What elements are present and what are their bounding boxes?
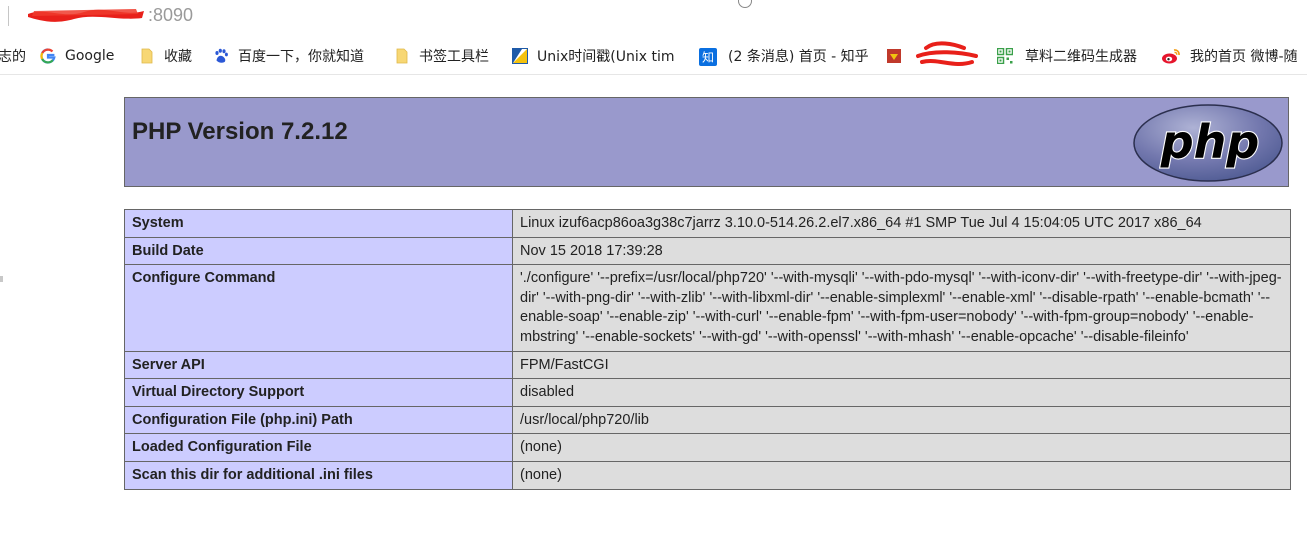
bookmark-weibo[interactable]: 我的首页 微博-随 — [1161, 38, 1307, 74]
bookmark-qrcode[interactable]: 草料二维码生成器 — [997, 38, 1137, 74]
bookmark-unix-timestamp[interactable]: Unix时间戳(Unix tim — [512, 38, 682, 74]
info-value: disabled — [512, 378, 1291, 407]
weibo-icon — [1161, 48, 1181, 64]
bookmark-partial[interactable]: 志的 — [0, 38, 26, 74]
info-value: (none) — [512, 460, 1291, 490]
bookmark-baidu[interactable]: 百度一下，你就知道 — [213, 38, 364, 74]
google-icon — [40, 48, 56, 64]
php-logo-text: php — [1160, 115, 1260, 169]
info-value: Nov 15 2018 17:39:28 — [512, 236, 1291, 266]
bookmark-label: 百度一下，你就知道 — [238, 49, 364, 65]
table-row: Configuration File (php.ini) Path /usr/l… — [124, 405, 1291, 435]
svg-text:知: 知 — [702, 51, 714, 65]
cursor-indicator — [738, 0, 752, 8]
baidu-paw-icon — [213, 48, 229, 64]
info-key: Loaded Configuration File — [124, 433, 513, 462]
info-value: (none) — [512, 433, 1291, 462]
address-bar[interactable]: :8090 — [0, 0, 1307, 32]
address-divider — [8, 6, 9, 26]
bookmarks-bar: 志的 Google 收藏 百度一下，你就知道 书签工具栏 Unix时间戳(Uni… — [0, 38, 1307, 75]
redaction-scribble — [28, 9, 144, 22]
table-row: Server API FPM/FastCGI — [124, 350, 1291, 380]
redaction-scribble — [916, 41, 978, 66]
bookmark-label: Google — [65, 48, 115, 64]
bookmark-label: 收藏 — [164, 49, 192, 65]
zhihu-icon: 知 — [699, 48, 717, 66]
bookmark-red-icon — [886, 48, 902, 64]
info-key: Configuration File (php.ini) Path — [124, 405, 513, 435]
table-row: Loaded Configuration File (none) — [124, 433, 1291, 462]
url-text[interactable]: :8090 — [148, 4, 193, 26]
bookmark-label: 草料二维码生成器 — [1025, 49, 1137, 65]
page-title: PHP Version 7.2.12 — [132, 118, 348, 145]
info-value: FPM/FastCGI — [512, 350, 1291, 380]
php-logo-icon: php php — [1133, 104, 1283, 182]
bookmark-label: 我的首页 微博-随 — [1190, 49, 1298, 65]
php-version-header: PHP Version 7.2.12 php php — [124, 97, 1289, 187]
info-key: System — [124, 209, 513, 238]
info-value: Linux izuf6acp86oa3g38c7jarrz 3.10.0-514… — [512, 209, 1291, 238]
bookmark-label: Unix时间戳(Unix tim — [537, 49, 675, 65]
scroll-marker — [0, 276, 3, 282]
table-row: Scan this dir for additional .ini files … — [124, 460, 1291, 490]
info-value: /usr/local/php720/lib — [512, 405, 1291, 435]
info-value: './configure' '--prefix=/usr/local/php72… — [512, 264, 1291, 352]
unix-timestamp-icon — [512, 48, 528, 64]
bookmark-label: 志的 — [0, 49, 26, 65]
bookmark-label: 书签工具栏 — [419, 49, 489, 65]
info-key: Configure Command — [124, 264, 513, 352]
table-row: Build Date Nov 15 2018 17:39:28 — [124, 236, 1291, 266]
info-key: Server API — [124, 350, 513, 380]
bookmark-folder-toolbar[interactable]: 书签工具栏 — [394, 38, 489, 74]
php-info-table: System Linux izuf6acp86oa3g38c7jarrz 3.1… — [124, 209, 1291, 490]
table-row: Virtual Directory Support disabled — [124, 378, 1291, 407]
bookmark-folder-favorites[interactable]: 收藏 — [139, 38, 192, 74]
folder-icon — [139, 48, 155, 64]
table-row: Configure Command './configure' '--prefi… — [124, 264, 1291, 352]
table-row: System Linux izuf6acp86oa3g38c7jarrz 3.1… — [124, 209, 1291, 238]
info-key: Scan this dir for additional .ini files — [124, 460, 513, 490]
info-key: Virtual Directory Support — [124, 378, 513, 407]
bookmark-zhihu[interactable]: 知 (2 条消息) 首页 - 知乎 — [699, 38, 869, 74]
info-key: Build Date — [124, 236, 513, 266]
bookmark-google[interactable]: Google — [40, 38, 114, 74]
bookmark-redacted[interactable] — [886, 38, 982, 74]
folder-icon — [394, 48, 410, 64]
qrcode-icon — [997, 48, 1013, 64]
bookmark-label: (2 条消息) 首页 - 知乎 — [728, 49, 869, 65]
